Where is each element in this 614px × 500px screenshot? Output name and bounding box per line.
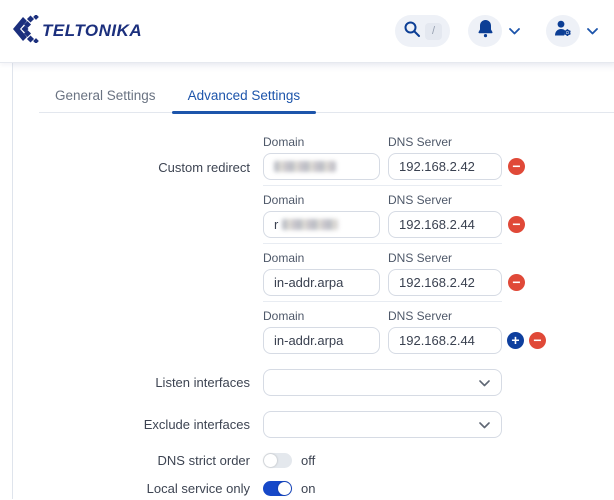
chevron-down-icon xyxy=(479,375,490,390)
custom-redirect-row: Domain DNS Server r 192.168.2.44 − xyxy=(263,193,546,251)
dns-server-label: DNS Server xyxy=(388,135,452,149)
exclude-interfaces-select[interactable] xyxy=(263,411,502,438)
local-service-only-toggle[interactable] xyxy=(263,481,292,496)
listen-interfaces-row: Listen interfaces xyxy=(13,369,614,396)
dns-server-label: DNS Server xyxy=(388,251,452,265)
custom-redirect-group: Custom redirect Domain DNS Server 192.16… xyxy=(13,135,614,354)
toggle-knob xyxy=(278,482,291,495)
header-actions: / xyxy=(395,15,598,47)
custom-redirect-label: Custom redirect xyxy=(13,135,250,175)
local-service-only-state: on xyxy=(301,481,315,496)
dns-strict-order-toggle[interactable] xyxy=(263,453,292,468)
dns-server-input[interactable]: 192.168.2.42 xyxy=(388,153,502,180)
domain-input[interactable]: in-addr.arpa xyxy=(263,327,380,354)
remove-row-button[interactable]: − xyxy=(508,274,525,291)
dns-server-input[interactable]: 192.168.2.44 xyxy=(388,211,502,238)
dns-strict-order-row: DNS strict order off xyxy=(13,453,614,468)
user-settings-button[interactable] xyxy=(546,15,580,47)
user-gear-icon xyxy=(554,20,572,42)
row-divider xyxy=(263,301,502,302)
domain-input[interactable] xyxy=(263,153,380,180)
dns-server-label: DNS Server xyxy=(388,309,452,323)
custom-redirect-row: Domain DNS Server in-addr.arpa 192.168.2… xyxy=(263,309,546,354)
domain-prefix: r xyxy=(274,217,278,232)
domain-input[interactable]: r xyxy=(263,211,380,238)
notifications-chevron-down-icon[interactable] xyxy=(509,28,520,35)
redacted-domain-value xyxy=(274,161,336,172)
exclude-interfaces-row: Exclude interfaces xyxy=(13,411,614,438)
local-service-only-label: Local service only xyxy=(13,481,250,496)
remove-row-button[interactable]: − xyxy=(508,158,525,175)
row-divider xyxy=(263,243,502,244)
listen-interfaces-label: Listen interfaces xyxy=(13,375,250,390)
page: TELTONIKA / xyxy=(0,0,614,500)
domain-label: Domain xyxy=(263,135,388,149)
dns-server-input[interactable]: 192.168.2.44 xyxy=(388,327,502,354)
search-icon xyxy=(403,20,421,43)
dns-strict-order-label: DNS strict order xyxy=(13,453,250,468)
teltonika-logo-icon xyxy=(10,15,40,48)
domain-input[interactable]: in-addr.arpa xyxy=(263,269,380,296)
chevron-down-icon xyxy=(479,417,490,432)
domain-label: Domain xyxy=(263,309,388,323)
search-shortcut-key: / xyxy=(425,23,442,40)
search-button[interactable]: / xyxy=(395,15,450,47)
bell-icon xyxy=(477,19,494,43)
logo-wordmark: TELTONIKA xyxy=(42,21,142,41)
local-service-only-row: Local service only on xyxy=(13,481,614,496)
settings-tabs: General Settings Advanced Settings xyxy=(39,63,614,113)
exclude-interfaces-label: Exclude interfaces xyxy=(13,417,250,432)
custom-redirect-row: Domain DNS Server in-addr.arpa 192.168.2… xyxy=(263,251,546,309)
listen-interfaces-select[interactable] xyxy=(263,369,502,396)
remove-row-button[interactable]: − xyxy=(529,332,546,349)
remove-row-button[interactable]: − xyxy=(508,216,525,233)
dns-strict-order-state: off xyxy=(301,453,315,468)
tab-advanced-settings[interactable]: Advanced Settings xyxy=(172,83,317,112)
custom-redirect-row: Domain DNS Server 192.168.2.42 − xyxy=(263,135,546,193)
top-navbar: TELTONIKA / xyxy=(0,0,614,63)
content-panel: General Settings Advanced Settings Custo… xyxy=(12,63,614,499)
add-row-button[interactable]: + xyxy=(507,332,524,349)
user-chevron-down-icon[interactable] xyxy=(587,28,598,35)
teltonika-logo[interactable]: TELTONIKA xyxy=(10,15,142,48)
notifications-button[interactable] xyxy=(468,15,502,47)
toggle-knob xyxy=(264,454,277,467)
domain-label: Domain xyxy=(263,193,388,207)
dns-server-input[interactable]: 192.168.2.42 xyxy=(388,269,502,296)
redacted-domain-value xyxy=(282,219,338,230)
advanced-settings-form: Custom redirect Domain DNS Server 192.16… xyxy=(13,113,614,496)
row-divider xyxy=(263,185,502,186)
domain-label: Domain xyxy=(263,251,388,265)
dns-server-label: DNS Server xyxy=(388,193,452,207)
tab-general-settings[interactable]: General Settings xyxy=(39,83,172,112)
